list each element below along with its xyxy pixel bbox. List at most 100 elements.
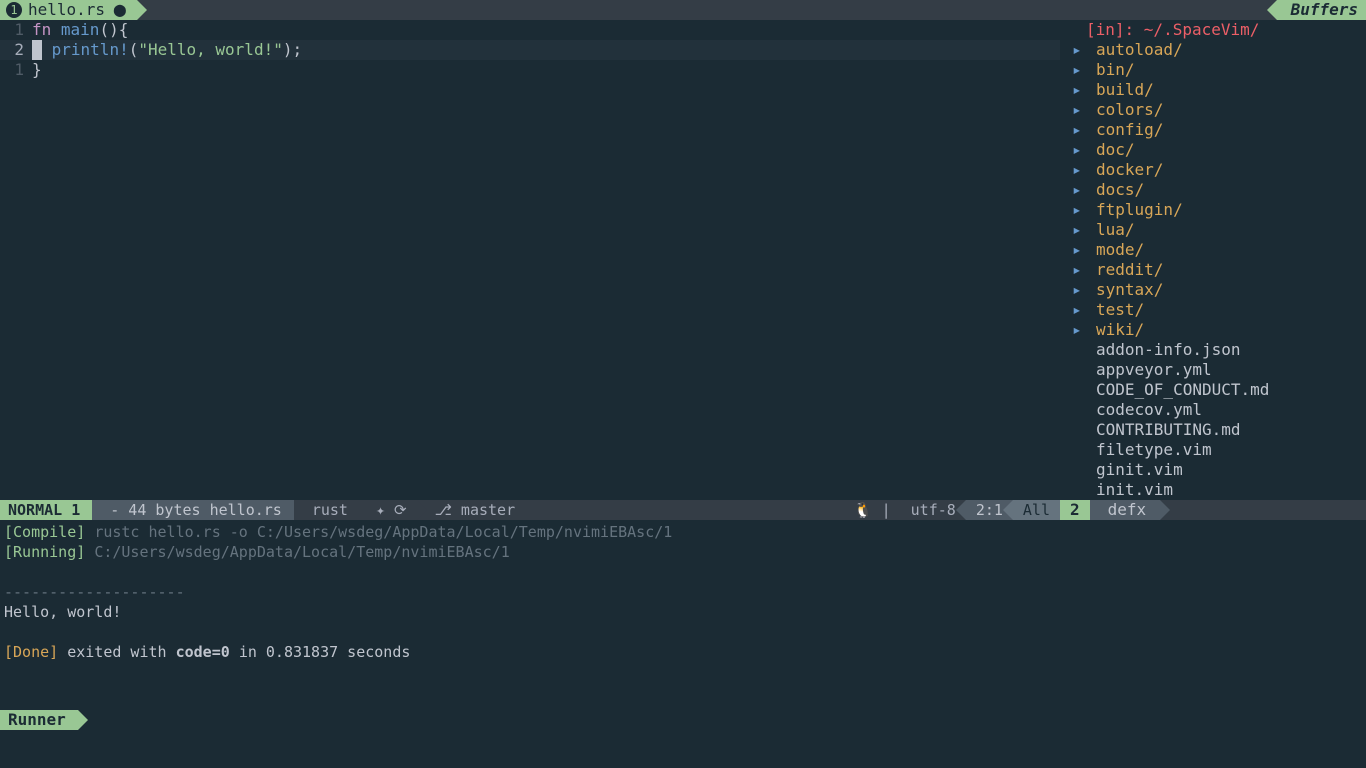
runner-separator: -------------------- <box>4 582 1362 602</box>
file-tree-dir[interactable]: ▸syntax/ <box>1072 280 1366 300</box>
filetype: rust <box>294 500 358 520</box>
runner-stdout: Hello, world! <box>4 602 1362 622</box>
dir-name: build/ <box>1096 80 1154 100</box>
runner-blank <box>4 562 1362 582</box>
dir-name: wiki/ <box>1096 320 1144 340</box>
chevron-right-icon: ▸ <box>1072 300 1096 320</box>
file-tree-dir[interactable]: ▸doc/ <box>1072 140 1366 160</box>
runner-blank2 <box>4 622 1362 642</box>
file-tree-dir[interactable]: ▸bin/ <box>1072 60 1366 80</box>
code-line[interactable]: 2 println!("Hello, world!"); <box>0 40 1060 60</box>
file-tree-file[interactable]: addon-info.json <box>1072 340 1366 360</box>
file-tree-dir[interactable]: ▸mode/ <box>1072 240 1366 260</box>
dir-name: lua/ <box>1096 220 1135 240</box>
chevron-right-icon: ▸ <box>1072 160 1096 180</box>
dir-name: ftplugin/ <box>1096 200 1183 220</box>
git-branch[interactable]: ⎇ master <box>417 500 526 520</box>
chevron-right-icon: ▸ <box>1072 180 1096 200</box>
code-editor[interactable]: 1fn main(){2 println!("Hello, world!");1… <box>0 20 1060 500</box>
statusline-filetree: 2 defx <box>1060 500 1366 520</box>
file-tree-file[interactable]: CONTRIBUTING.md <box>1072 420 1366 440</box>
file-tree-file[interactable]: appveyor.yml <box>1072 360 1366 380</box>
tab-label: hello.rs <box>28 0 105 20</box>
file-tree-file[interactable]: filetype.vim <box>1072 440 1366 460</box>
code-text[interactable]: println!("Hello, world!"); <box>32 40 302 60</box>
file-tree-file[interactable]: ginit.vim <box>1072 460 1366 480</box>
dir-name: bin/ <box>1096 60 1135 80</box>
file-tree-dir[interactable]: ▸build/ <box>1072 80 1366 100</box>
file-name: addon-info.json <box>1096 340 1241 360</box>
file-tree-dir[interactable]: ▸config/ <box>1072 120 1366 140</box>
file-tree-dir[interactable]: ▸ftplugin/ <box>1072 200 1366 220</box>
code-token: "Hello, world!" <box>138 40 283 59</box>
done-label: [Done] <box>4 643 58 661</box>
runner-compile-line: [Compile] rustc hello.rs -o C:/Users/wsd… <box>4 522 1362 542</box>
code-token: main <box>61 20 100 39</box>
file-tree-dir[interactable]: ▸lua/ <box>1072 220 1366 240</box>
done-text1: exited with <box>67 643 175 661</box>
dir-name: config/ <box>1096 120 1163 140</box>
file-tree-dir[interactable]: ▸autoload/ <box>1072 40 1366 60</box>
code-token: (){ <box>99 20 128 39</box>
runner-tab[interactable]: Runner <box>0 710 78 730</box>
chevron-right-icon: ▸ <box>1072 140 1096 160</box>
running-label: [Running] <box>4 543 85 561</box>
tab-hello-rs[interactable]: 1 hello.rs ⬤ <box>0 0 137 20</box>
dir-name: docs/ <box>1096 180 1144 200</box>
tab-left-group: 1 hello.rs ⬤ <box>0 0 137 20</box>
compile-label: [Compile] <box>4 523 85 541</box>
code-token <box>42 40 52 59</box>
code-text[interactable]: fn main(){ <box>32 20 128 40</box>
file-tree-dir[interactable]: ▸colors/ <box>1072 100 1366 120</box>
dir-name: docker/ <box>1096 160 1163 180</box>
dir-name: autoload/ <box>1096 40 1183 60</box>
line-number: 2 <box>0 40 32 60</box>
done-code: code=0 <box>176 643 230 661</box>
file-tree-dir[interactable]: ▸docker/ <box>1072 160 1366 180</box>
statusline-main: NORMAL 1 - 44 bytes hello.rs rust ✦ ⟳ ⎇ … <box>0 500 1060 520</box>
chevron-right-icon: ▸ <box>1072 320 1096 340</box>
code-text[interactable]: } <box>32 60 42 80</box>
chevron-right-icon: ▸ <box>1072 220 1096 240</box>
dir-name: doc/ <box>1096 140 1135 160</box>
line-number: 1 <box>0 20 32 40</box>
chevron-right-icon: ▸ <box>1072 260 1096 280</box>
chevron-right-icon: ▸ <box>1072 200 1096 220</box>
main-split: 1fn main(){2 println!("Hello, world!");1… <box>0 20 1366 500</box>
chevron-right-icon: ▸ <box>1072 60 1096 80</box>
file-tree-dir[interactable]: ▸wiki/ <box>1072 320 1366 340</box>
code-token: ( <box>129 40 139 59</box>
chevron-right-icon: ▸ <box>1072 280 1096 300</box>
runner-tab-bar: Runner <box>0 710 78 730</box>
dir-name: colors/ <box>1096 100 1163 120</box>
file-info: - 44 bytes hello.rs <box>92 500 294 520</box>
code-line[interactable]: 1fn main(){ <box>0 20 1060 40</box>
chevron-right-icon: ▸ <box>1072 80 1096 100</box>
file-tree-dir[interactable]: ▸test/ <box>1072 300 1366 320</box>
tab-buffers[interactable]: Buffers <box>1277 0 1366 20</box>
file-name: ginit.vim <box>1096 460 1183 480</box>
file-tree-header: [in]: ~/.SpaceVim/ <box>1086 20 1366 40</box>
runner-running-line: [Running] C:/Users/wsdeg/AppData/Local/T… <box>4 542 1362 562</box>
file-tree-dir[interactable]: ▸docs/ <box>1072 180 1366 200</box>
file-tree-dir[interactable]: ▸reddit/ <box>1072 260 1366 280</box>
code-token: ); <box>283 40 302 59</box>
os-indicator: 🐧 | <box>844 500 901 520</box>
dir-name: test/ <box>1096 300 1144 320</box>
cursor-block <box>32 40 42 60</box>
runner-done-line: [Done] exited with code=0 in 0.831837 se… <box>4 642 1362 662</box>
file-name: filetype.vim <box>1096 440 1212 460</box>
file-tree-file[interactable]: init.vim <box>1072 480 1366 500</box>
running-command: C:/Users/wsdeg/AppData/Local/Temp/nvimiE… <box>94 543 509 561</box>
sync-icon[interactable]: ✦ ⟳ <box>358 500 417 520</box>
dir-name: syntax/ <box>1096 280 1163 300</box>
code-line[interactable]: 1} <box>0 60 1060 80</box>
code-token: fn <box>32 20 51 39</box>
tab-buffers-label: Buffers <box>1291 0 1358 20</box>
file-tree-file[interactable]: codecov.yml <box>1072 400 1366 420</box>
file-tree-panel[interactable]: [in]: ~/.SpaceVim/ ▸autoload/▸bin/▸build… <box>1060 20 1366 500</box>
done-text2: in 0.831837 seconds <box>239 643 411 661</box>
code-token: } <box>32 60 42 79</box>
runner-output-pane[interactable]: [Compile] rustc hello.rs -o C:/Users/wsd… <box>0 520 1366 664</box>
file-tree-file[interactable]: CODE_OF_CONDUCT.md <box>1072 380 1366 400</box>
